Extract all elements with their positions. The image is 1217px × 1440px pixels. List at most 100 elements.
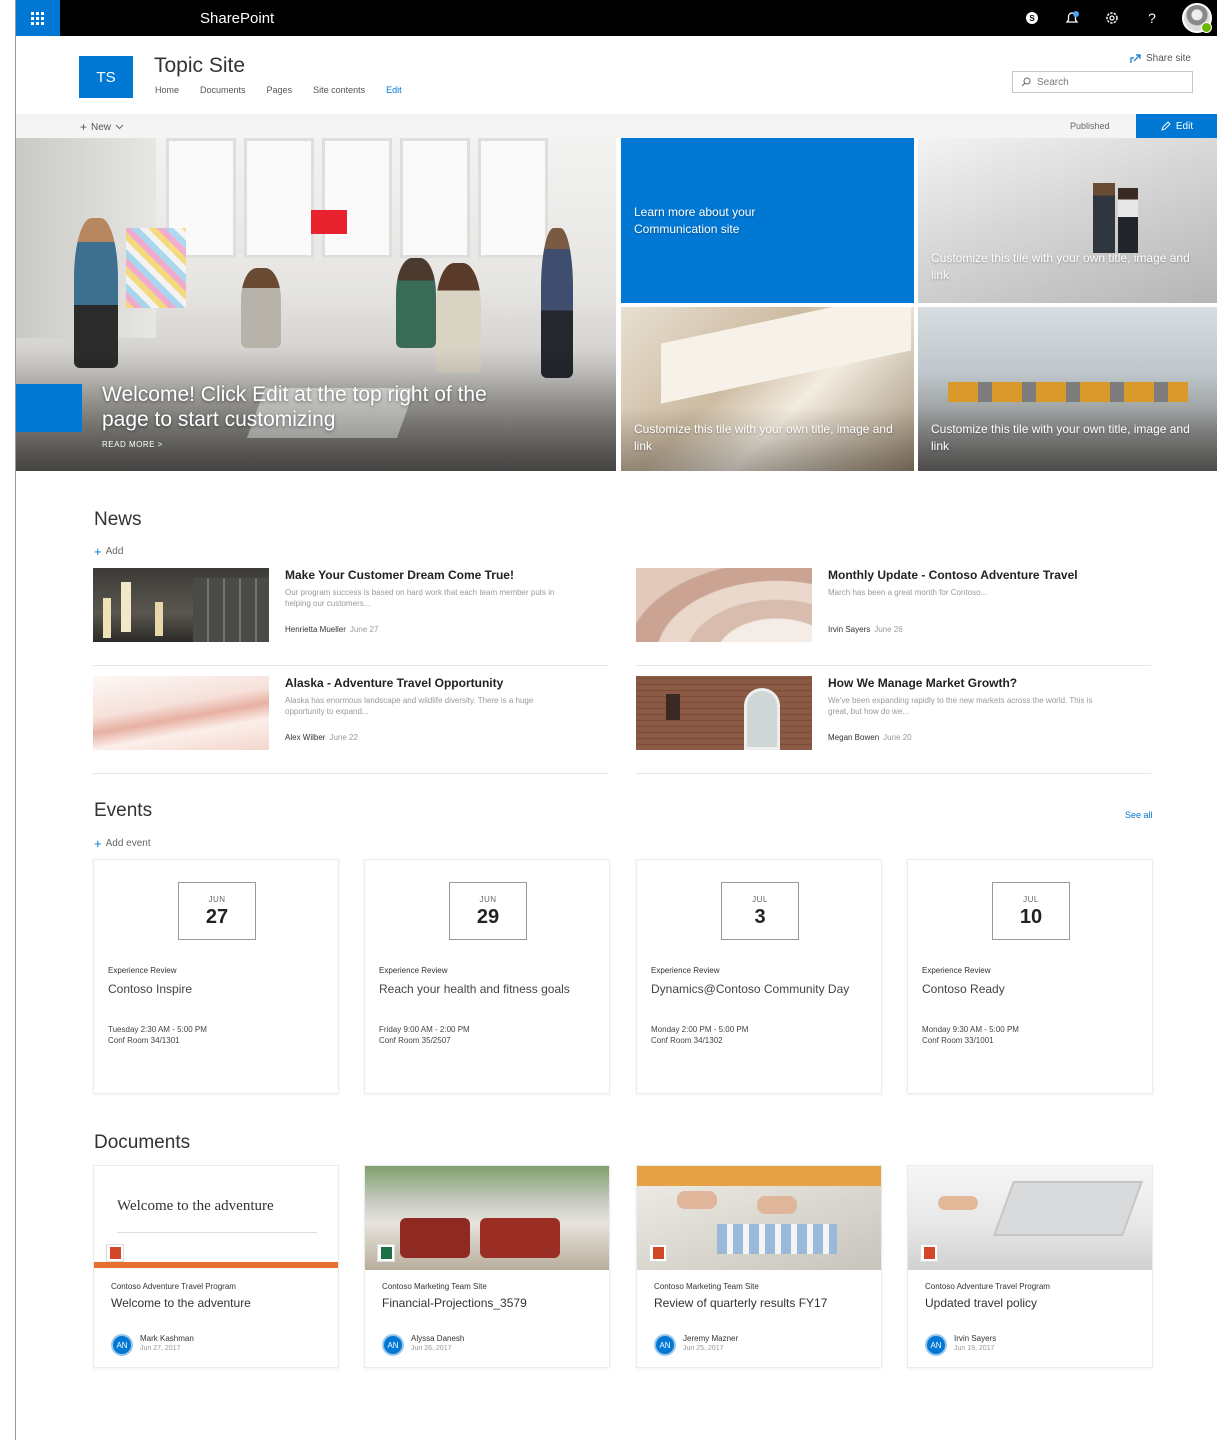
app-launcher-button[interactable] <box>16 0 60 36</box>
edit-page-button[interactable]: Edit <box>1136 114 1217 138</box>
document-author: Jeremy Mazner <box>683 1334 739 1343</box>
search-input[interactable]: Search <box>1012 71 1193 93</box>
document-preview-hand <box>677 1191 717 1209</box>
document-card[interactable]: Contoso Marketing Team Site Review of qu… <box>636 1165 882 1368</box>
news-meta: Alex Wilber June 22 <box>285 733 358 742</box>
add-event-button[interactable]: + Add event <box>94 836 151 851</box>
edit-label: Edit <box>1175 120 1194 132</box>
event-card[interactable]: JUN 29 Experience Review Reach your heal… <box>364 859 610 1094</box>
suite-brand[interactable]: SharePoint <box>200 10 274 27</box>
search-placeholder: Search <box>1037 76 1069 88</box>
nav-edit-link[interactable]: Edit <box>386 85 402 95</box>
tile-architecture <box>661 307 911 404</box>
tile-label: Customize this tile with your own title,… <box>931 422 1190 453</box>
event-card[interactable]: JUL 10 Experience Review Contoso Ready M… <box>907 859 1153 1094</box>
waffle-icon <box>31 12 45 25</box>
event-title: Dynamics@Contoso Community Day <box>651 982 850 996</box>
news-item[interactable]: Monthly Update - Contoso Adventure Trave… <box>636 568 1151 666</box>
news-meta: Henrietta Mueller June 27 <box>285 625 378 634</box>
see-all-events-link[interactable]: See all <box>1125 810 1153 820</box>
event-day: 29 <box>476 906 500 928</box>
nav-item-home[interactable]: Home <box>155 85 179 95</box>
event-time: Friday 9:00 AM - 2:00 PM Conf Room 35/250… <box>379 1024 470 1046</box>
documents-heading: Documents <box>94 1132 191 1153</box>
news-title: Make Your Customer Dream Come True! <box>285 568 514 582</box>
notifications-icon[interactable] <box>1062 8 1082 28</box>
hero-window <box>244 138 314 258</box>
news-date: June 26 <box>874 625 903 634</box>
document-preview <box>365 1166 609 1270</box>
event-month: JUN <box>208 895 226 904</box>
document-preview-chart <box>717 1224 837 1254</box>
event-date-box: JUN 27 <box>178 882 256 940</box>
document-preview-hand <box>757 1196 797 1214</box>
news-thumbnail <box>93 568 269 642</box>
document-date: Jun 19, 2017 <box>954 1345 995 1352</box>
news-item[interactable]: Make Your Customer Dream Come True! Our … <box>93 568 608 666</box>
event-title: Reach your health and fitness goals <box>379 982 570 996</box>
add-news-button[interactable]: + Add <box>94 544 123 559</box>
event-date-box: JUN 29 <box>449 882 527 940</box>
event-time-range: Monday 2:00 PM - 5:00 PM <box>651 1025 749 1034</box>
skype-icon[interactable]: S <box>1022 8 1042 28</box>
help-icon[interactable]: ? <box>1142 8 1162 28</box>
document-card[interactable]: Welcome to the adventure Contoso Adventu… <box>93 1165 339 1368</box>
document-title: Financial-Projections_3579 <box>382 1296 527 1310</box>
plus-icon: + <box>80 120 88 134</box>
search-icon <box>1021 77 1031 87</box>
hero-tile-2[interactable]: Customize this tile with your own title,… <box>918 138 1217 303</box>
site-navigation: Home Documents Pages Site contents Edit <box>155 85 423 95</box>
news-title: Alaska - Adventure Travel Opportunity <box>285 676 504 690</box>
event-card[interactable]: JUL 3 Experience Review Dynamics@Contoso… <box>636 859 882 1094</box>
new-button[interactable]: + New <box>80 120 124 134</box>
event-card[interactable]: JUN 27 Experience Review Contoso Inspire… <box>93 859 339 1094</box>
news-item[interactable]: Alaska - Adventure Travel Opportunity Al… <box>93 676 608 774</box>
news-date: June 22 <box>329 733 358 742</box>
news-author: Irvin Sayers <box>828 625 871 634</box>
news-meta: Irvin Sayers June 26 <box>828 625 903 634</box>
news-title: Monthly Update - Contoso Adventure Trave… <box>828 568 1078 582</box>
hero-main-tile[interactable]: Welcome! Click Edit at the top right of … <box>16 138 616 471</box>
document-date: Jun 26, 2017 <box>411 1345 452 1352</box>
read-more-link[interactable]: READ MORE > <box>102 440 163 449</box>
document-title: Welcome to the adventure <box>111 1296 251 1310</box>
news-author: Alex Wilber <box>285 733 326 742</box>
event-day: 10 <box>1019 906 1043 928</box>
site-logo[interactable]: TS <box>79 56 133 98</box>
document-preview <box>908 1166 1152 1270</box>
hero-title[interactable]: Welcome! Click Edit at the top right of … <box>102 382 522 432</box>
share-site-button[interactable]: Share site <box>1130 53 1191 64</box>
profile-avatar[interactable] <box>1182 3 1212 33</box>
nav-item-documents[interactable]: Documents <box>200 85 246 95</box>
news-item[interactable]: How We Manage Market Growth? We've been … <box>636 676 1151 774</box>
nav-item-pages[interactable]: Pages <box>267 85 293 95</box>
event-category: Experience Review <box>379 966 448 975</box>
nav-item-site-contents[interactable]: Site contents <box>313 85 365 95</box>
publish-status: Published <box>1070 121 1110 131</box>
settings-icon[interactable] <box>1102 8 1122 28</box>
plus-icon: + <box>94 544 102 559</box>
event-category: Experience Review <box>651 966 720 975</box>
event-category: Experience Review <box>922 966 991 975</box>
hero-tile-communication[interactable]: Learn more about your Communication site <box>621 138 914 303</box>
news-thumbnail <box>636 568 812 642</box>
document-preview: Welcome to the adventure <box>94 1166 338 1270</box>
chevron-down-icon <box>115 124 124 130</box>
event-month: JUN <box>479 895 497 904</box>
document-preview-rule <box>117 1232 317 1233</box>
event-category: Experience Review <box>108 966 177 975</box>
document-card[interactable]: Contoso Adventure Travel Program Updated… <box>907 1165 1153 1368</box>
pencil-icon <box>1161 121 1171 131</box>
plus-icon: + <box>94 836 102 851</box>
site-title[interactable]: Topic Site <box>154 54 245 78</box>
document-card[interactable]: Contoso Marketing Team Site Financial-Pr… <box>364 1165 610 1368</box>
share-site-label: Share site <box>1145 53 1191 64</box>
new-label: New <box>91 121 112 133</box>
events-heading: Events <box>94 800 153 821</box>
hero-tile-4[interactable]: Customize this tile with your own title,… <box>918 307 1217 471</box>
document-date: Jun 27, 2017 <box>140 1345 181 1352</box>
tile-person <box>1093 183 1115 253</box>
hero-tile-3[interactable]: Customize this tile with your own title,… <box>621 307 914 471</box>
event-date-box: JUL 3 <box>721 882 799 940</box>
tile-label: Customize this tile with your own title,… <box>634 422 893 453</box>
